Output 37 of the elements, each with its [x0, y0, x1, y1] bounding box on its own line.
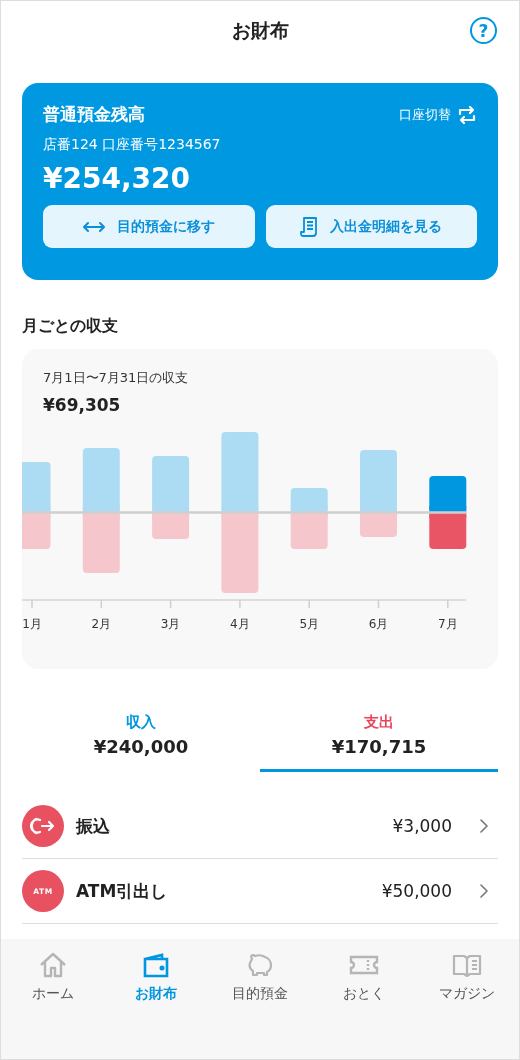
month-label[interactable]: 1月: [22, 617, 42, 631]
month-label[interactable]: 3月: [160, 617, 181, 631]
expense-bar: [152, 512, 190, 539]
nav-tab[interactable]: マガジン: [415, 951, 519, 1003]
chevron-right-icon: [480, 819, 488, 833]
expense-bar: [360, 512, 397, 537]
month-label[interactable]: 6月: [368, 617, 389, 631]
account-number: 店番124 口座番号1234567: [43, 136, 222, 154]
account-title: 普通預金残高: [43, 103, 145, 126]
period-label: 7月1日〜7月31日の収支: [43, 369, 190, 387]
month-label[interactable]: 7月: [438, 617, 458, 631]
section-title: 月ごとの収支: [22, 316, 119, 337]
transaction-name: 振込: [76, 814, 111, 838]
summary-tab[interactable]: 収入 ¥240,000: [22, 713, 260, 772]
nav-tab[interactable]: おとく: [311, 951, 416, 1003]
transaction-amount: ¥3,000: [392, 816, 452, 836]
net-amount: ¥69,305: [43, 395, 122, 415]
nav-tab[interactable]: ホーム: [1, 951, 105, 1003]
receipt-icon: [300, 216, 319, 237]
transaction-name: ATM引出し: [76, 879, 169, 903]
expense-bar: [82, 512, 120, 573]
chevron-right-icon: [480, 884, 488, 898]
double-arrow-icon: [82, 220, 105, 233]
summary-tab[interactable]: 支出 ¥170,715: [260, 713, 498, 772]
transaction-row[interactable]: 振込 ¥3,000: [22, 794, 498, 859]
expense-bar: [22, 512, 51, 549]
month-label[interactable]: 2月: [91, 617, 112, 631]
nav-tab[interactable]: 目的預金: [208, 951, 312, 1003]
page-title: お財布: [231, 18, 289, 43]
balance-amount: ¥254,320: [43, 162, 191, 195]
transfer-icon: [22, 805, 64, 847]
expense-bar: [290, 512, 328, 549]
month-label[interactable]: 5月: [299, 617, 319, 631]
switch-arrows-icon: [457, 104, 477, 125]
expense-bar: [429, 512, 467, 549]
month-label[interactable]: 4月: [230, 617, 250, 631]
transaction-amount: ¥50,000: [381, 881, 452, 901]
